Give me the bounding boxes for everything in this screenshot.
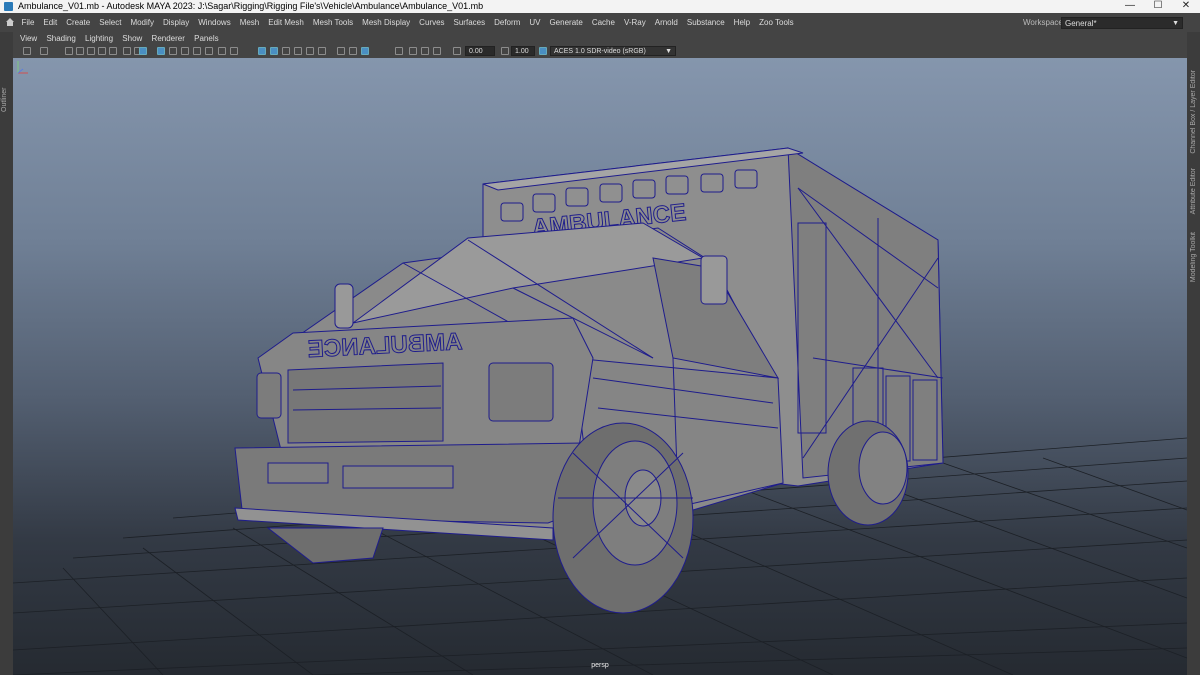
menu-substance[interactable]: Substance	[682, 13, 729, 32]
menu-mesh-tools[interactable]: Mesh Tools	[308, 13, 357, 32]
window-title: Ambulance_V01.mb - Autodesk MAYA 2023: J…	[18, 1, 484, 11]
panel-menu-view[interactable]: View	[20, 34, 37, 43]
main-menubar: File Edit Create Select Modify Display W…	[0, 13, 1200, 32]
right-side-strip: Channel Box / Layer Editor Attribute Edi…	[1187, 32, 1200, 675]
panel-menu-show[interactable]: Show	[122, 34, 142, 43]
menu-deform[interactable]: Deform	[490, 13, 525, 32]
film-gate-icon[interactable]	[123, 47, 131, 55]
xray-components-icon[interactable]	[409, 47, 417, 55]
maya-app-icon	[4, 2, 13, 11]
menu-file[interactable]: File	[17, 13, 39, 32]
panel-menu-shading[interactable]: Shading	[46, 34, 75, 43]
view-transform-value: ACES 1.0 SDR-video (sRGB)	[554, 48, 646, 55]
menu-edit-mesh[interactable]: Edit Mesh	[264, 13, 309, 32]
panel-menu-panels[interactable]: Panels	[194, 34, 218, 43]
camera-name-label: persp	[591, 662, 609, 669]
smooth-shade-icon[interactable]	[218, 47, 226, 55]
wireframe-on-shaded-icon[interactable]	[139, 47, 147, 55]
motion-blur-icon[interactable]	[306, 47, 314, 55]
use-all-lights-icon[interactable]	[270, 47, 278, 55]
menu-arnold[interactable]: Arnold	[650, 13, 682, 32]
safe-title-icon[interactable]	[193, 47, 201, 55]
menu-zoo-tools[interactable]: Zoo Tools	[755, 13, 799, 32]
front-left-wheel	[266, 527, 384, 564]
viewport-toolbar: 0.00 1.00 ACES 1.0 SDR-video (sRGB) ▼	[13, 45, 1187, 58]
menu-mesh[interactable]: Mesh	[235, 13, 264, 32]
left-side-strip: Outliner	[0, 32, 13, 675]
exposure-field[interactable]: 0.00	[465, 46, 495, 56]
grid-icon[interactable]	[157, 47, 165, 55]
viewport-scene: AMBULANCE AMBULANCE	[13, 147, 1187, 675]
panel-menu-renderer[interactable]: Renderer	[152, 34, 185, 43]
home-icon[interactable]	[5, 17, 15, 27]
channel-box-tab[interactable]: Channel Box / Layer Editor	[1190, 70, 1197, 154]
default-material-icon[interactable]	[230, 47, 238, 55]
camera-exposure-icon[interactable]	[421, 47, 429, 55]
menu-curves[interactable]: Curves	[415, 13, 449, 32]
anti-aliasing-icon[interactable]	[318, 47, 326, 55]
perspective-viewport[interactable]: AMBULANCE AMBULANCE persp	[13, 58, 1187, 675]
axis-gizmo-icon	[17, 61, 28, 74]
exposure-icon[interactable]	[453, 47, 461, 55]
maximize-button[interactable]: ☐	[1148, 0, 1168, 13]
menu-mesh-display[interactable]: Mesh Display	[358, 13, 415, 32]
chevron-down-icon: ▼	[665, 48, 672, 55]
camera-attributes-icon[interactable]	[40, 47, 48, 55]
panel-menubar: View Shading Lighting Show Renderer Pane…	[13, 32, 1187, 45]
textured-icon[interactable]	[258, 47, 266, 55]
attribute-editor-tab[interactable]: Attribute Editor	[1190, 168, 1197, 214]
workspace-value: General*	[1065, 19, 1097, 28]
field-chart-icon[interactable]	[169, 47, 177, 55]
menu-generate[interactable]: Generate	[545, 13, 587, 32]
front-right-wheel	[552, 422, 694, 614]
title-bar: Ambulance_V01.mb - Autodesk MAYA 2023: J…	[0, 0, 1200, 13]
gamma-field[interactable]: 1.00	[511, 46, 535, 56]
panel-menu-lighting[interactable]: Lighting	[85, 34, 113, 43]
xray-icon[interactable]	[361, 47, 369, 55]
chevron-down-icon: ▼	[1172, 20, 1179, 27]
wireframe-icon[interactable]	[205, 47, 213, 55]
menu-modify[interactable]: Modify	[126, 13, 159, 32]
grid-toggle-icon[interactable]	[109, 47, 117, 55]
safe-action-icon[interactable]	[181, 47, 189, 55]
workspace-label: Workspace:	[1023, 18, 1066, 27]
depth-of-field-icon[interactable]	[337, 47, 345, 55]
gamma-icon[interactable]	[433, 47, 441, 55]
menu-surfaces[interactable]: Surfaces	[449, 13, 490, 32]
image-plane-icon[interactable]	[76, 47, 84, 55]
modeling-toolkit-tab[interactable]: Modeling Toolkit	[1190, 232, 1197, 282]
bookmark-icon[interactable]	[65, 47, 73, 55]
menu-select[interactable]: Select	[95, 13, 126, 32]
isolate-select-icon[interactable]	[349, 47, 357, 55]
menu-create[interactable]: Create	[62, 13, 95, 32]
outliner-tab[interactable]: Outliner	[1, 87, 8, 112]
close-button[interactable]: ✕	[1176, 0, 1196, 13]
minimize-button[interactable]: —	[1120, 0, 1140, 13]
menu-uv[interactable]: UV	[525, 13, 545, 32]
menu-cache[interactable]: Cache	[587, 13, 619, 32]
menu-edit[interactable]: Edit	[39, 13, 62, 32]
select-camera-icon[interactable]	[23, 47, 31, 55]
2d-pan-zoom-icon[interactable]	[87, 47, 95, 55]
menu-help[interactable]: Help	[729, 13, 754, 32]
grease-pencil-icon[interactable]	[98, 47, 106, 55]
view-transform-dropdown[interactable]: ACES 1.0 SDR-video (sRGB) ▼	[550, 46, 676, 56]
screen-space-ao-icon[interactable]	[294, 47, 302, 55]
menu-vray[interactable]: V-Ray	[619, 13, 650, 32]
color-management-icon[interactable]	[539, 47, 547, 55]
shadows-icon[interactable]	[282, 47, 290, 55]
menu-windows[interactable]: Windows	[194, 13, 235, 32]
menu-display[interactable]: Display	[159, 13, 194, 32]
xray-joints-icon[interactable]	[395, 47, 403, 55]
gamma-field-icon[interactable]	[501, 47, 509, 55]
rear-wheel	[827, 420, 909, 526]
workspace-dropdown[interactable]: General* ▼	[1061, 17, 1183, 29]
